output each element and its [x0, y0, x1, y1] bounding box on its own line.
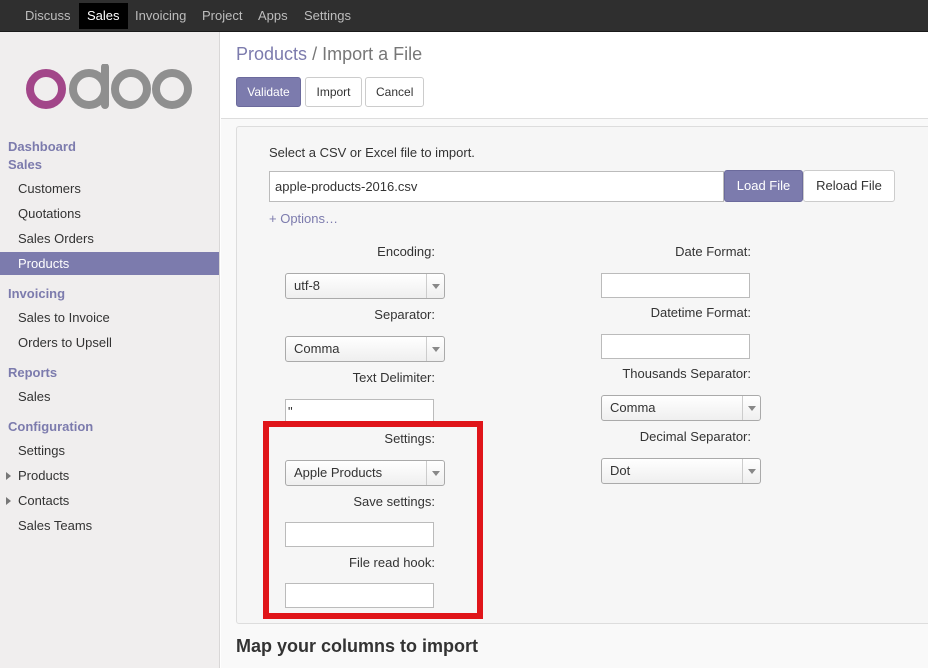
dropdown-arrow-icon [426, 337, 444, 361]
menu-section-configuration[interactable]: Configuration [8, 419, 93, 434]
menu-item-products[interactable]: Products [0, 252, 219, 275]
thousands-separator-value: Comma [610, 400, 656, 415]
date-format-input[interactable] [601, 273, 750, 298]
menu-item-config-settings[interactable]: Settings [0, 439, 219, 462]
breadcrumb-separator: / [312, 44, 318, 64]
nav-invoicing[interactable]: Invoicing [127, 3, 194, 29]
dropdown-arrow-icon [742, 459, 760, 483]
breadcrumb-products[interactable]: Products [236, 44, 307, 64]
encoding-select[interactable]: utf-8 [285, 273, 445, 299]
encoding-value: utf-8 [294, 278, 321, 293]
validate-button[interactable]: Validate [236, 77, 301, 107]
nav-discuss[interactable]: Discuss [17, 3, 79, 29]
reload-file-button[interactable]: Reload File [803, 170, 895, 202]
load-file-button[interactable]: Load File [724, 170, 803, 202]
nav-sales[interactable]: Sales [79, 3, 128, 29]
text-delimiter-label: Text Delimiter: [352, 370, 435, 385]
nav-settings[interactable]: Settings [296, 3, 359, 29]
import-intro-text: Select a CSV or Excel file to import. [269, 145, 475, 160]
datetime-format-input[interactable] [601, 334, 750, 359]
thousands-separator-label: Thousands Separator: [622, 366, 751, 381]
file-name-input[interactable]: apple-products-2016.csv [269, 171, 724, 202]
menu-item-sales-orders[interactable]: Sales Orders [0, 227, 219, 250]
menu-item-label: Contacts [18, 493, 70, 508]
menu-item-config-contacts[interactable]: Contacts [0, 489, 219, 512]
encoding-label: Encoding: [377, 244, 435, 259]
highlight-annotation-box [263, 421, 483, 619]
options-toggle-link[interactable]: + Options… [269, 211, 338, 226]
breadcrumb-current: Import a File [322, 44, 423, 64]
date-format-label: Date Format: [675, 244, 751, 259]
odoo-logo[interactable]: odoo [26, 64, 196, 112]
caret-right-icon [6, 472, 11, 480]
nav-apps[interactable]: Apps [250, 3, 296, 29]
thousands-separator-select[interactable]: Comma [601, 395, 761, 421]
dropdown-arrow-icon [742, 396, 760, 420]
top-navbar: Discuss Sales Invoicing Project Apps Set… [0, 0, 928, 32]
menu-item-report-sales[interactable]: Sales [0, 385, 219, 408]
menu-item-sales-teams[interactable]: Sales Teams [0, 514, 219, 537]
main-content: Products / Import a File Validate Import… [221, 32, 928, 668]
decimal-separator-value: Dot [610, 463, 631, 478]
menu-item-sales-to-invoice[interactable]: Sales to Invoice [0, 306, 219, 329]
nav-project[interactable]: Project [194, 3, 250, 29]
map-columns-heading: Map your columns to import [236, 636, 479, 656]
menu-item-orders-to-upsell[interactable]: Orders to Upsell [0, 331, 219, 354]
menu-item-customers[interactable]: Customers [0, 177, 219, 200]
import-button[interactable]: Import [305, 77, 362, 107]
separator-select[interactable]: Comma [285, 336, 445, 362]
sidebar: odoo Dashboard Sales Customers Quotation… [0, 32, 220, 668]
menu-item-label: Products [18, 468, 70, 483]
menu-section-dashboard[interactable]: Dashboard [8, 139, 76, 154]
separator-label: Separator: [374, 307, 435, 322]
breadcrumb: Products / Import a File [236, 44, 422, 65]
dropdown-arrow-icon [426, 274, 444, 298]
menu-item-quotations[interactable]: Quotations [0, 202, 219, 225]
menu-section-sales[interactable]: Sales [8, 157, 42, 172]
menu-section-reports[interactable]: Reports [8, 365, 57, 380]
menu-section-invoicing[interactable]: Invoicing [8, 286, 65, 301]
cancel-button[interactable]: Cancel [365, 77, 424, 107]
datetime-format-label: Datetime Format: [650, 305, 751, 320]
menu-item-config-products[interactable]: Products [0, 464, 219, 487]
caret-right-icon [6, 497, 11, 505]
separator-value: Comma [294, 341, 340, 356]
decimal-separator-label: Decimal Separator: [639, 429, 751, 444]
decimal-separator-select[interactable]: Dot [601, 458, 761, 484]
